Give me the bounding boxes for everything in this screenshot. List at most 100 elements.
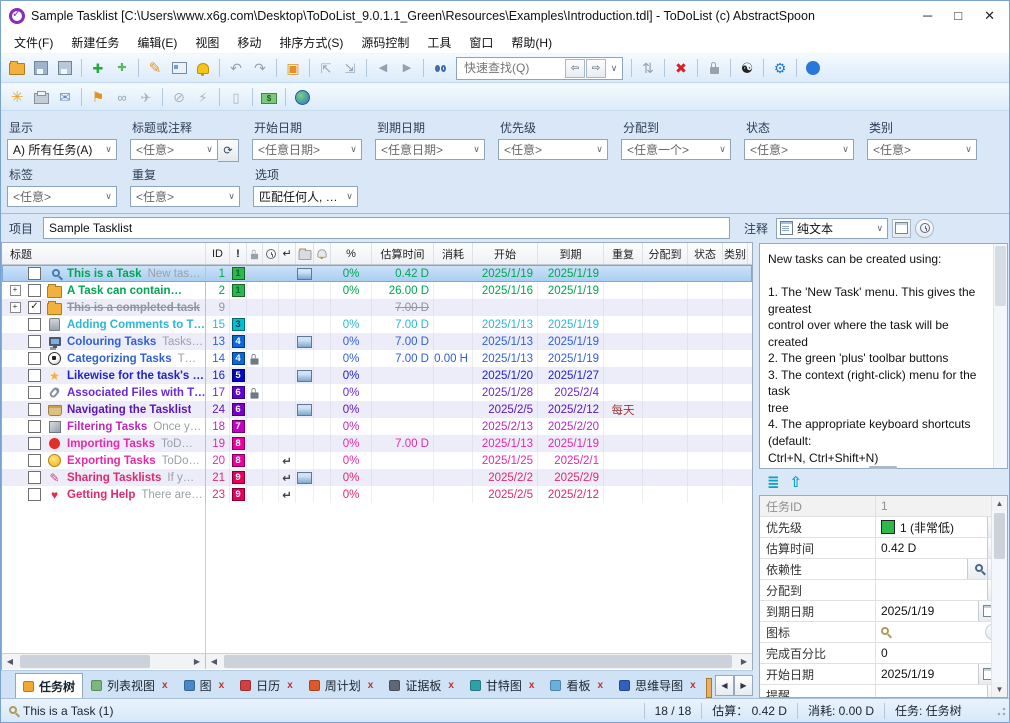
tab-任务树[interactable]: 任务树: [15, 673, 84, 698]
column-header-start[interactable]: 开始: [473, 243, 538, 264]
attribute-value[interactable]: [876, 580, 987, 600]
filter-combo-显示[interactable]: A) 所有任务(A) ∨: [7, 139, 117, 160]
task-row[interactable]: + A Task can contain… 2 1 0% 26.00 D 2025/1/16…: [2, 282, 752, 299]
email-button[interactable]: ✉: [53, 86, 77, 108]
task-row[interactable]: Importing Tasks ToD… 19 8 0% 7.00 D 2025/1/13 2…: [2, 435, 752, 452]
collapse-tasks-button[interactable]: ⇲: [338, 57, 362, 79]
task-title-cell[interactable]: Filtering Tasks Once y…: [2, 418, 206, 435]
task-checkbox[interactable]: [28, 454, 41, 467]
filter-refresh-button[interactable]: ⟳: [218, 139, 239, 162]
tab-close-icon[interactable]: x: [287, 680, 293, 691]
task-title-cell[interactable]: ♥ Getting Help There are…: [2, 486, 206, 503]
task-title-cell[interactable]: Exporting Tasks ToDo…: [2, 452, 206, 469]
column-header-title[interactable]: 标题: [2, 243, 206, 264]
save-button[interactable]: [29, 57, 53, 79]
menu-item[interactable]: 编辑(E): [128, 32, 186, 53]
filter-combo-选项[interactable]: 匹配任何人, … ∨: [253, 186, 358, 207]
undo-button[interactable]: ↶: [224, 57, 248, 79]
delete-task-button[interactable]: ✖: [669, 57, 693, 79]
attribute-value[interactable]: 1: [875, 496, 1007, 516]
task-title-cell[interactable]: ★ Likewise for the task's …: [2, 367, 206, 384]
project-title-input[interactable]: Sample Tasklist: [43, 217, 731, 239]
task-row[interactable]: ✎ Sharing Tasklists If y… 21 9 ↵ 0% 2025/2/2 202…: [2, 469, 752, 486]
task-title-cell[interactable]: This is a Task New tas…: [2, 265, 206, 282]
attribute-value[interactable]: 1 (非常低): [876, 517, 987, 537]
column-header-lock[interactable]: [247, 243, 263, 264]
search-button[interactable]: [967, 559, 987, 579]
expand-icon[interactable]: +: [9, 285, 21, 296]
filter-combo-开始日期[interactable]: <任意日期> ∨: [252, 139, 362, 160]
attribute-value[interactable]: [876, 622, 984, 642]
task-checkbox[interactable]: [28, 437, 41, 450]
resize-grip[interactable]: [995, 704, 1007, 717]
task-title-cell[interactable]: Navigating the Tasklist: [2, 401, 206, 418]
quickfind-input[interactable]: [462, 60, 564, 76]
tab-close-icon[interactable]: x: [162, 680, 168, 691]
attribute-group-icon[interactable]: ≣: [767, 473, 780, 491]
task-title-cell[interactable]: + A Task can contain…: [2, 282, 206, 299]
attribute-vscrollbar[interactable]: ▲ ▼: [991, 496, 1007, 697]
column-header-time[interactable]: [263, 243, 279, 264]
comments-format-combo[interactable]: 纯文本 ∨: [776, 217, 889, 239]
task-checkbox[interactable]: [28, 471, 41, 484]
attribute-value[interactable]: 2025/1/19: [876, 664, 978, 684]
print-button[interactable]: [29, 86, 53, 108]
tab-图[interactable]: 图x: [176, 672, 233, 698]
task-row[interactable]: Associated Files with T… 17 6 0% 2025/1/28 20…: [2, 384, 752, 401]
filter-combo-重复[interactable]: <任意> ∨: [130, 186, 240, 207]
task-checkbox[interactable]: [28, 335, 41, 348]
task-row[interactable]: Categorizing Tasks T… 14 4 0% 7.00 D 0.00 H 202…: [2, 350, 752, 367]
menu-item[interactable]: 移动: [228, 32, 270, 53]
filter-combo-标题或注释[interactable]: <任意> ∨: [130, 139, 218, 160]
tab-证据板[interactable]: 证据板 x: [381, 672, 462, 698]
tab-列表视图[interactable]: 列表视图 x: [83, 672, 176, 698]
maximize-button[interactable]: □: [954, 8, 962, 24]
menu-item[interactable]: 新建任务: [62, 32, 128, 53]
tab-close-icon[interactable]: x: [368, 680, 374, 691]
new-tasklist-button[interactable]: ✳: [5, 86, 29, 108]
find-tasks-button[interactable]: [428, 57, 452, 79]
lock-button[interactable]: [702, 57, 726, 79]
tab-close-icon[interactable]: x: [219, 680, 225, 691]
filter-combo-类别[interactable]: <任意> ∨: [867, 139, 977, 160]
menu-item[interactable]: 窗口: [460, 32, 502, 53]
toggle-style-button[interactable]: ☯: [735, 57, 759, 79]
filter-combo-优先级[interactable]: <任意> ∨: [498, 139, 608, 160]
column-header-priority[interactable]: !: [230, 243, 247, 264]
task-checkbox[interactable]: [28, 267, 41, 280]
column-header-repeat[interactable]: 重复: [604, 243, 643, 264]
task-title-cell[interactable]: Importing Tasks ToD…: [2, 435, 206, 452]
attribute-value[interactable]: [876, 559, 967, 579]
filter-combo-标签[interactable]: <任意> ∨: [7, 186, 117, 207]
attribute-value[interactable]: 0.42 D: [876, 538, 987, 558]
task-checkbox[interactable]: [28, 284, 41, 297]
filter-combo-状态[interactable]: <任意> ∨: [744, 139, 854, 160]
task-title-cell[interactable]: Categorizing Tasks T…: [2, 350, 206, 367]
edit-task-button[interactable]: ✎: [143, 57, 167, 79]
expand-icon[interactable]: +: [9, 302, 21, 313]
scroll-button[interactable]: ▯: [224, 86, 248, 108]
quickfind-prev-button[interactable]: ⇦: [565, 58, 585, 78]
column-header-percent[interactable]: %: [331, 243, 372, 264]
attribute-value[interactable]: 2025/1/19: [876, 601, 978, 621]
task-row[interactable]: ★ Likewise for the task's … 16 5 0% 2025/1/20…: [2, 367, 752, 384]
quickfind-dropdown-arrow[interactable]: ∨: [606, 63, 622, 74]
task-checkbox[interactable]: [28, 488, 41, 501]
task-row[interactable]: + ✓ This is a completed task 9 7.00 D: [2, 299, 752, 316]
task-checkbox[interactable]: [28, 369, 41, 382]
menu-item[interactable]: 工具: [418, 32, 460, 53]
save-all-button[interactable]: [53, 57, 77, 79]
task-title-cell[interactable]: ✎ Sharing Tasklists If y…: [2, 469, 206, 486]
task-title-cell[interactable]: + ✓ This is a completed task: [2, 299, 206, 316]
quickfind-next-button[interactable]: ⇨: [586, 58, 606, 78]
link-button[interactable]: ∞: [110, 86, 134, 108]
column-header-due[interactable]: 到期: [538, 243, 604, 264]
maximize-view-button[interactable]: ▣: [281, 57, 305, 79]
close-button[interactable]: ✕: [984, 8, 995, 24]
task-row[interactable]: Colouring Tasks Tasks… 13 4 0% 7.00 D 2025/1/1…: [2, 333, 752, 350]
column-header-filelink[interactable]: [296, 243, 314, 264]
comments-date-button[interactable]: [892, 218, 912, 238]
attribute-value[interactable]: [876, 685, 987, 697]
comments-time-button[interactable]: [915, 218, 935, 238]
tab-close-icon[interactable]: x: [448, 680, 454, 691]
